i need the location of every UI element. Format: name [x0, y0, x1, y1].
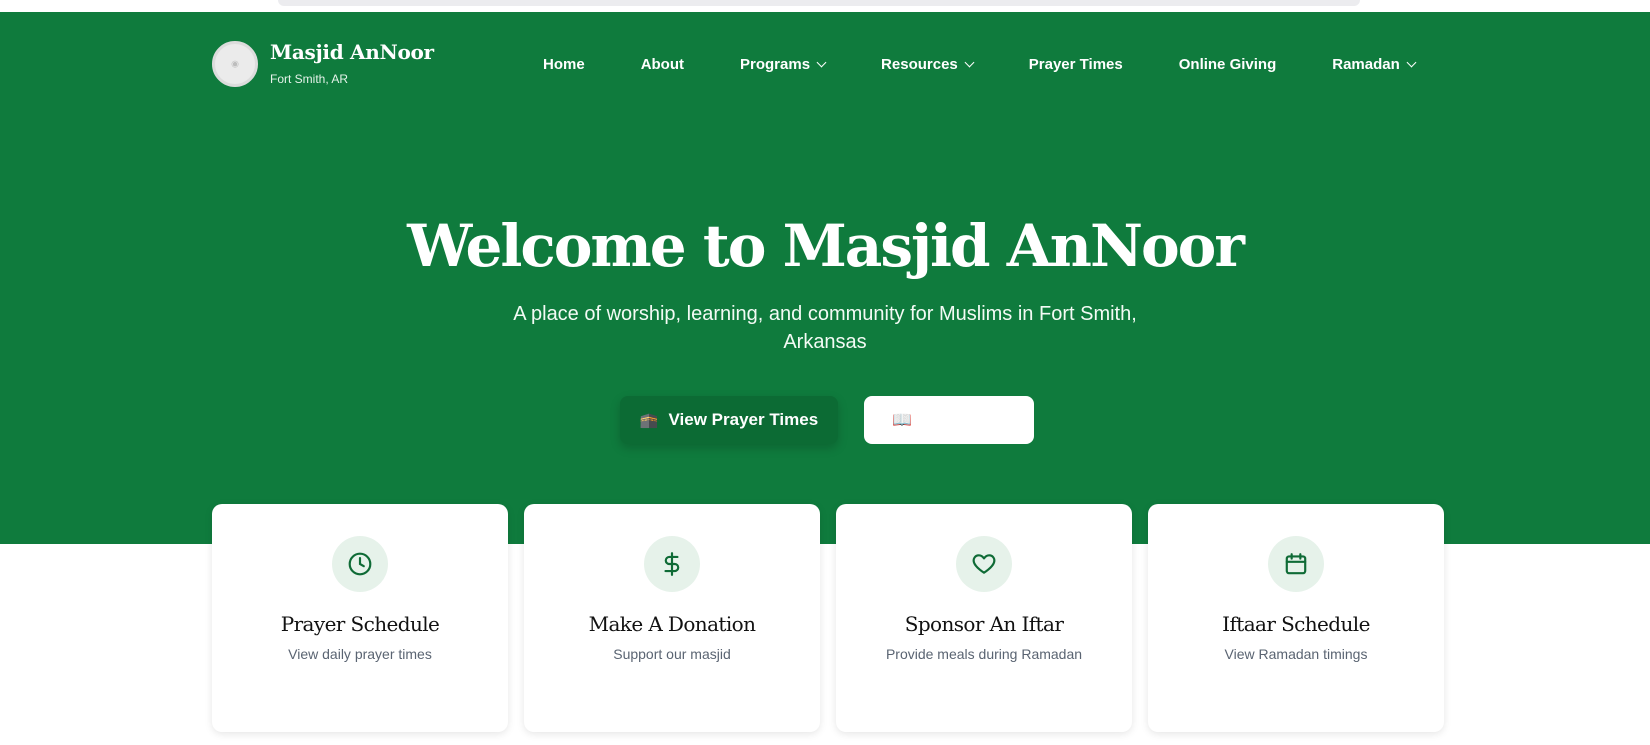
dollar-icon	[644, 536, 700, 592]
card-title: Sponsor An Iftar	[904, 612, 1064, 636]
clock-icon	[332, 536, 388, 592]
nav-item-resources[interactable]: Resources	[881, 56, 975, 73]
nav-item-about[interactable]: About	[641, 56, 684, 73]
chevron-down-icon	[1406, 57, 1417, 67]
card-sponsor-iftar[interactable]: Sponsor An Iftar Provide meals during Ra…	[836, 504, 1132, 732]
card-description: View daily prayer times	[288, 646, 432, 662]
brand-name[interactable]: Masjid AnNoor	[270, 40, 434, 64]
chevron-down-icon	[964, 57, 975, 67]
card-title: Make A Donation	[588, 612, 756, 636]
kaaba-icon: 🕋	[639, 412, 659, 429]
card-prayer-schedule[interactable]: Prayer Schedule View daily prayer times	[212, 504, 508, 732]
hero-subtitle: A place of worship, learning, and commun…	[513, 303, 1137, 353]
hero-title: Welcome to Masjid AnNoor	[407, 212, 1245, 280]
heart-icon	[956, 536, 1012, 592]
main-nav: Home About Programs Resources Prayer Tim…	[543, 53, 1417, 75]
card-description: View Ramadan timings	[1224, 646, 1368, 662]
card-make-donation[interactable]: Make A Donation Support our masjid	[524, 504, 820, 732]
nav-item-home[interactable]: Home	[543, 56, 585, 73]
top-bar-edge	[278, 0, 1360, 6]
secondary-button[interactable]: 📖	[864, 396, 1034, 444]
nav-item-online-giving[interactable]: Online Giving	[1179, 56, 1277, 73]
nav-item-programs[interactable]: Programs	[740, 56, 827, 73]
book-icon: 📖	[892, 412, 912, 429]
nav-item-ramadan[interactable]: Ramadan	[1332, 56, 1417, 73]
calendar-icon	[1268, 536, 1324, 592]
card-iftaar-schedule[interactable]: Iftaar Schedule View Ramadan timings	[1148, 504, 1444, 732]
browser-top-strip	[0, 0, 1650, 12]
card-description: Provide meals during Ramadan	[885, 646, 1083, 662]
brand-location: Fort Smith, AR	[270, 72, 349, 86]
page: ◉ Masjid AnNoor Fort Smith, AR Home Abou…	[0, 0, 1650, 745]
logo-icon[interactable]: ◉	[212, 41, 258, 87]
hero-section: ◉ Masjid AnNoor Fort Smith, AR Home Abou…	[0, 12, 1650, 544]
card-description: Support our masjid	[613, 646, 731, 662]
chevron-down-icon	[816, 57, 827, 67]
view-prayer-times-button[interactable]: 🕋 View Prayer Times	[620, 396, 838, 444]
card-title: Iftaar Schedule	[1222, 612, 1370, 636]
card-title: Prayer Schedule	[280, 612, 440, 636]
view-prayer-times-label: View Prayer Times	[668, 410, 819, 429]
nav-item-prayer-times[interactable]: Prayer Times	[1029, 56, 1123, 73]
